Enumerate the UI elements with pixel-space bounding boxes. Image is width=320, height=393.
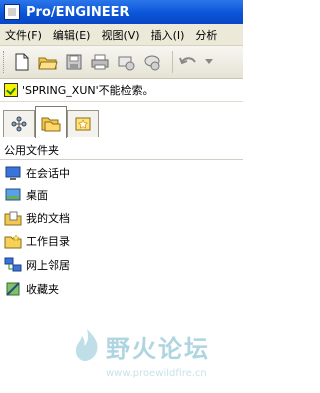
open-folder-icon[interactable]	[37, 51, 59, 73]
new-file-icon[interactable]	[11, 51, 33, 73]
title-bar: Pro/ENGINEER	[0, 0, 243, 24]
app-icon	[4, 4, 20, 20]
mail-send-icon[interactable]	[141, 51, 163, 73]
folder-item-in-session[interactable]: 在会话中	[4, 164, 70, 182]
working-directory-icon	[4, 233, 22, 249]
network-icon	[4, 257, 22, 273]
toolbar-grip[interactable]	[3, 51, 7, 73]
folder-label: 我的文档	[26, 212, 70, 225]
tab-favorites[interactable]	[67, 110, 99, 137]
menu-edit[interactable]: 编辑(E)	[48, 27, 97, 43]
common-folders-header: 公用文件夹	[0, 142, 243, 160]
tab-model-tree[interactable]	[3, 110, 35, 137]
undo-icon[interactable]	[178, 51, 200, 73]
tab-folder-browser[interactable]	[35, 106, 67, 138]
menu-view[interactable]: 视图(V)	[96, 27, 145, 43]
folder-item-working-directory[interactable]: 工作目录	[4, 232, 70, 250]
menu-insert[interactable]: 插入(I)	[146, 27, 191, 43]
menu-analysis[interactable]: 分析	[190, 27, 223, 43]
print-icon[interactable]	[89, 51, 111, 73]
folder-item-network[interactable]: 网上邻居	[4, 256, 70, 274]
my-documents-icon	[4, 210, 22, 226]
toolbar	[0, 46, 243, 79]
folder-label: 网上邻居	[26, 259, 70, 272]
toolbar-separator	[172, 51, 173, 73]
in-session-icon	[4, 165, 22, 181]
model-tree-icon	[11, 116, 27, 132]
message-bar: 'SPRING_XUN'不能检索。	[0, 79, 243, 102]
flame-logo-icon	[75, 329, 98, 361]
folder-label: 收藏夹	[26, 283, 59, 296]
folder-browser-icon	[41, 117, 61, 131]
watermark-text: 野火论坛	[106, 335, 210, 363]
favorites-icon	[75, 117, 91, 131]
favorites-folder-icon	[4, 281, 22, 297]
mail-icon[interactable]	[115, 51, 137, 73]
folder-item-favorites[interactable]: 收藏夹	[4, 280, 59, 298]
window-title: Pro/ENGINEER	[26, 4, 130, 20]
folder-item-desktop[interactable]: 桌面	[4, 186, 48, 204]
undo-dropdown-icon[interactable]	[204, 51, 214, 73]
desktop-icon	[4, 187, 22, 203]
folder-item-my-documents[interactable]: 我的文档	[4, 209, 70, 227]
folder-label: 桌面	[26, 189, 48, 202]
navigator-tabs	[0, 102, 243, 139]
menu-bar: 文件(F) 编辑(E) 视图(V) 插入(I) 分析	[0, 24, 243, 46]
watermark: 野火论坛 www.proewildfire.cn	[72, 325, 242, 387]
menu-file[interactable]: 文件(F)	[0, 27, 48, 43]
watermark-url: www.proewildfire.cn	[106, 368, 207, 379]
folder-label: 工作目录	[26, 235, 70, 248]
folder-label: 在会话中	[26, 167, 70, 180]
message-text: 'SPRING_XUN'不能检索。	[22, 84, 154, 97]
save-icon[interactable]	[63, 51, 85, 73]
message-check-icon	[4, 83, 18, 97]
